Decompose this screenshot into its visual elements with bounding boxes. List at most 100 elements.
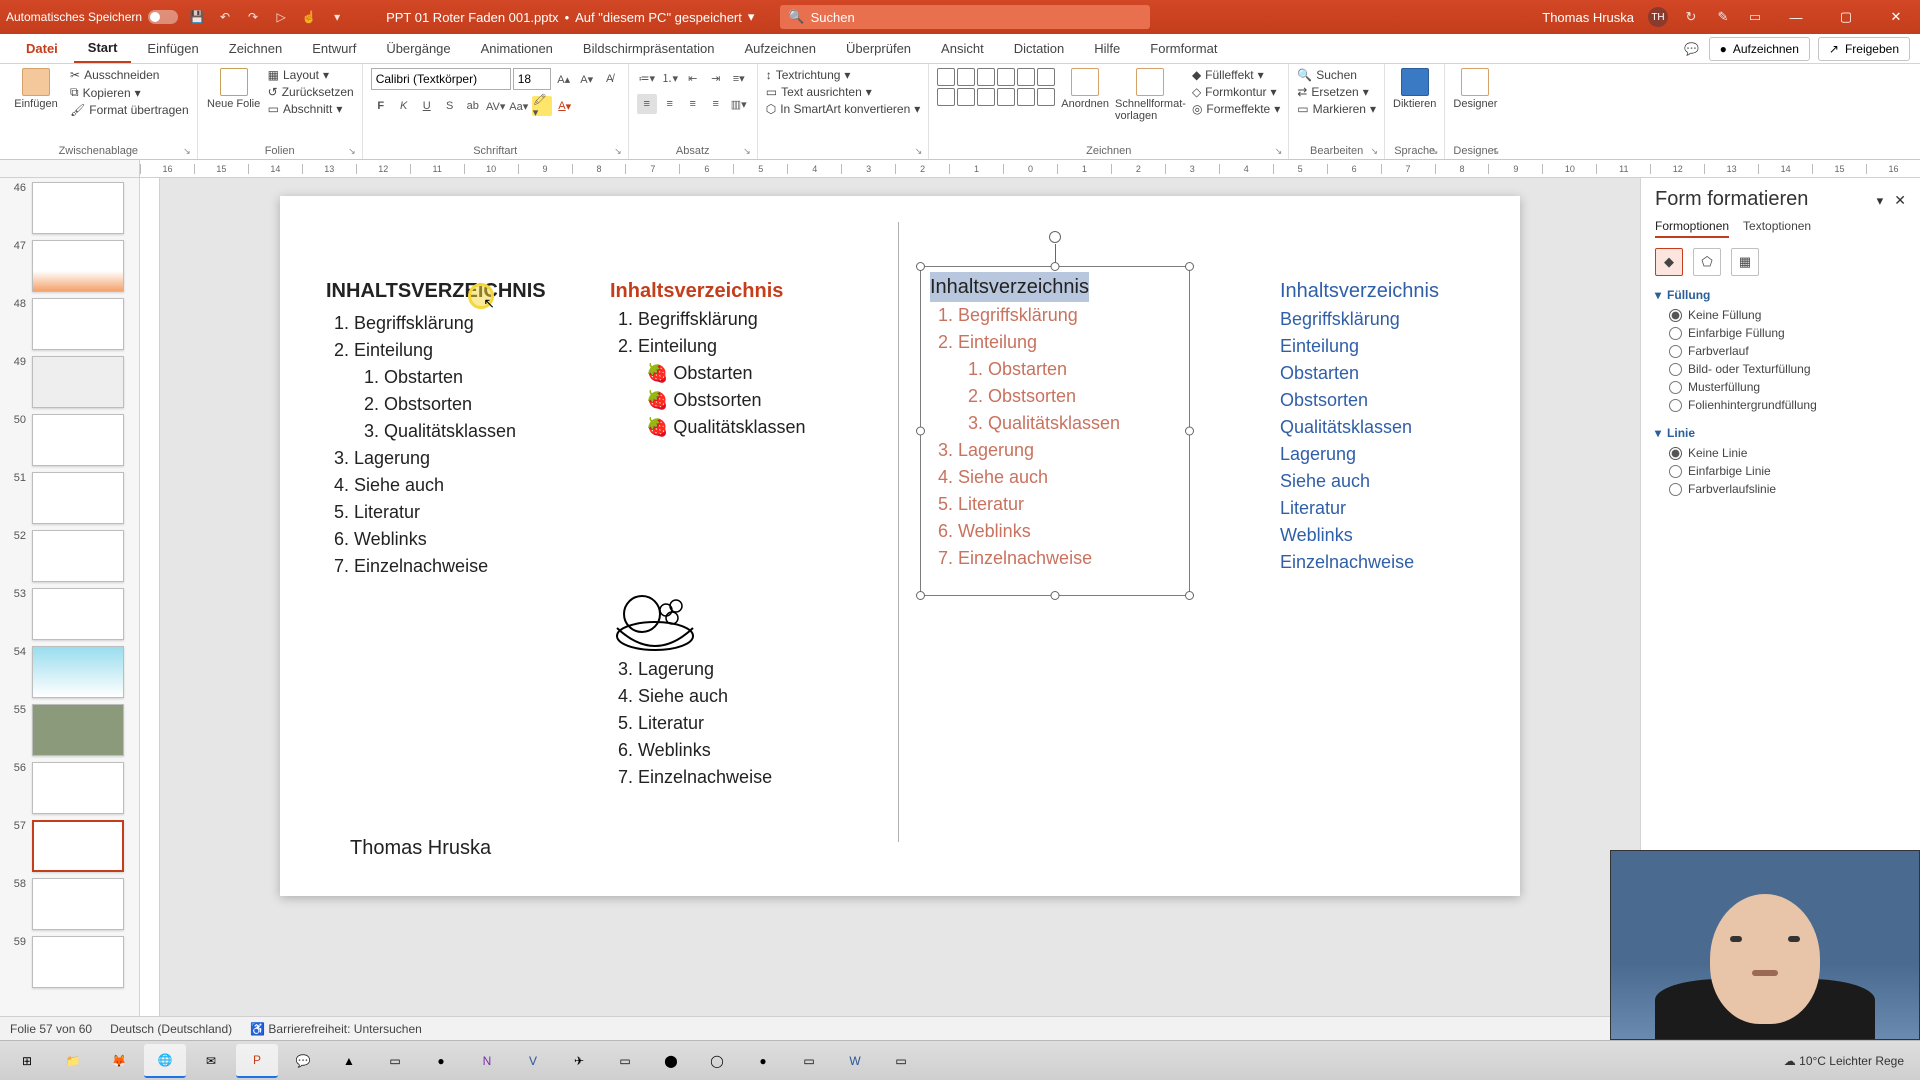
- spacing-icon[interactable]: AV▾: [486, 96, 506, 116]
- font-name-input[interactable]: [371, 68, 511, 90]
- tab-draw[interactable]: Zeichnen: [215, 35, 296, 62]
- indent-icon[interactable]: ⇥: [706, 68, 726, 88]
- tab-review[interactable]: Überprüfen: [832, 35, 925, 62]
- linespacing-icon[interactable]: ≡▾: [729, 68, 749, 88]
- user-avatar[interactable]: TH: [1648, 7, 1668, 27]
- fill-slidebg[interactable]: Folienhintergrundfüllung: [1655, 396, 1906, 414]
- line-none[interactable]: Keine Linie: [1655, 444, 1906, 462]
- underline-icon[interactable]: U: [417, 96, 437, 116]
- tab-start[interactable]: Start: [74, 34, 132, 63]
- select-button[interactable]: ▭ Markieren ▾: [1297, 102, 1376, 116]
- shapes-gallery[interactable]: [937, 68, 1055, 106]
- visio-icon[interactable]: V: [512, 1044, 554, 1078]
- thumb-51[interactable]: 51: [8, 472, 131, 524]
- powerpoint-icon[interactable]: P: [236, 1044, 278, 1078]
- tab-file[interactable]: Datei: [12, 35, 72, 62]
- slide-canvas[interactable]: INHALTSVERZEICHNIS Begriffsklärung Einte…: [160, 178, 1640, 1016]
- arrange-button[interactable]: Anordnen: [1061, 68, 1109, 110]
- line-solid[interactable]: Einfarbige Linie: [1655, 462, 1906, 480]
- textbox-3-selected[interactable]: Inhaltsverzeichnis Begriffsklärung Einte…: [930, 272, 1190, 572]
- highlight-icon[interactable]: 🖍▾: [532, 96, 552, 116]
- thumb-49[interactable]: 49: [8, 356, 131, 408]
- columns-icon[interactable]: ▥▾: [729, 94, 749, 114]
- tab-view[interactable]: Ansicht: [927, 35, 998, 62]
- share-button[interactable]: ↗ Freigeben: [1818, 37, 1910, 61]
- thumb-56[interactable]: 56: [8, 762, 131, 814]
- fill-picture[interactable]: Bild- oder Texturfüllung: [1655, 360, 1906, 378]
- fill-pattern[interactable]: Musterfüllung: [1655, 378, 1906, 396]
- tab-transitions[interactable]: Übergänge: [372, 35, 464, 62]
- tab-slideshow[interactable]: Bildschirmpräsentation: [569, 35, 729, 62]
- slide-count[interactable]: Folie 57 von 60: [10, 1022, 92, 1036]
- app-icon-4[interactable]: ▭: [604, 1044, 646, 1078]
- touch-icon[interactable]: ☝: [300, 8, 318, 26]
- app-icon-7[interactable]: ▭: [788, 1044, 830, 1078]
- smartart-button[interactable]: ⬡ In SmartArt konvertieren ▾: [766, 102, 921, 116]
- bold-icon[interactable]: F: [371, 96, 391, 116]
- fontcolor-icon[interactable]: A▾: [555, 96, 575, 116]
- app-icon-3[interactable]: ●: [420, 1044, 462, 1078]
- paste-button[interactable]: Einfügen: [8, 68, 64, 110]
- shrink-font-icon[interactable]: A▾: [577, 69, 597, 89]
- section-line[interactable]: ▾ Linie: [1655, 426, 1906, 440]
- effects-icon[interactable]: ⬠: [1693, 248, 1721, 276]
- bullets-icon[interactable]: ≔▾: [637, 68, 657, 88]
- thumb-48[interactable]: 48: [8, 298, 131, 350]
- weather-widget[interactable]: ☁ 10°C Leichter Rege: [1784, 1054, 1904, 1068]
- slide-thumbnails[interactable]: 46 47 48 49 50 51 52 53 54 55 56 57 58 5…: [0, 178, 140, 1016]
- outdent-icon[interactable]: ⇤: [683, 68, 703, 88]
- tab-animations[interactable]: Animationen: [467, 35, 567, 62]
- autosave-toggle-group[interactable]: Automatisches Speichern: [6, 10, 178, 24]
- thumb-52[interactable]: 52: [8, 530, 131, 582]
- start-icon[interactable]: ⊞: [6, 1044, 48, 1078]
- shadow-icon[interactable]: S: [440, 96, 460, 116]
- redo-icon[interactable]: ↷: [244, 8, 262, 26]
- maximize-icon[interactable]: ▢: [1828, 3, 1864, 31]
- save-location[interactable]: Auf "diesem PC" gespeichert: [575, 10, 742, 25]
- shapeeffects-button[interactable]: ◎ Formeffekte ▾: [1192, 102, 1280, 116]
- record-button[interactable]: ● Aufzeichnen: [1709, 37, 1810, 61]
- sync-icon[interactable]: ↻: [1682, 8, 1700, 26]
- pane-options-icon[interactable]: ▾: [1877, 193, 1884, 208]
- section-button[interactable]: ▭ Abschnitt ▾: [268, 102, 354, 116]
- format-painter-button[interactable]: 🖌 Format übertragen: [70, 103, 189, 117]
- fill-solid[interactable]: Einfarbige Füllung: [1655, 324, 1906, 342]
- textbox-2[interactable]: Inhaltsverzeichnis Begriffsklärung Einte…: [610, 276, 890, 441]
- app-icon-1[interactable]: 💬: [282, 1044, 324, 1078]
- close-icon[interactable]: ✕: [1878, 3, 1914, 31]
- comments-icon[interactable]: 💬: [1683, 40, 1701, 58]
- aligntext-button[interactable]: ▭ Text ausrichten ▾: [766, 85, 921, 99]
- textbox-2b[interactable]: Lagerung Siehe auch Literatur Weblinks E…: [610, 656, 890, 791]
- thumb-47[interactable]: 47: [8, 240, 131, 292]
- fill-none[interactable]: Keine Füllung: [1655, 306, 1906, 324]
- font-size-input[interactable]: [513, 68, 551, 90]
- thumb-58[interactable]: 58: [8, 878, 131, 930]
- textbox-4[interactable]: Inhaltsverzeichnis Begriffsklärung Einte…: [1280, 276, 1500, 576]
- save-icon[interactable]: 💾: [188, 8, 206, 26]
- numbering-icon[interactable]: ⒈▾: [660, 68, 680, 88]
- thumb-59[interactable]: 59: [8, 936, 131, 988]
- section-fill[interactable]: ▾ Füllung: [1655, 288, 1906, 302]
- size-props-icon[interactable]: ▦: [1731, 248, 1759, 276]
- thumb-53[interactable]: 53: [8, 588, 131, 640]
- layout-button[interactable]: ▦ Layout ▾: [268, 68, 354, 82]
- reset-button[interactable]: ↺ Zurücksetzen: [268, 85, 354, 99]
- fill-gradient[interactable]: Farbverlauf: [1655, 342, 1906, 360]
- textbox-1[interactable]: INHALTSVERZEICHNIS Begriffsklärung Einte…: [326, 276, 586, 580]
- find-button[interactable]: 🔍 Suchen: [1297, 68, 1376, 82]
- thumb-57[interactable]: 57: [8, 820, 131, 872]
- align-justify-icon[interactable]: ≡: [706, 94, 726, 114]
- outlook-icon[interactable]: ✉: [190, 1044, 232, 1078]
- thumb-50[interactable]: 50: [8, 414, 131, 466]
- firefox-icon[interactable]: 🦊: [98, 1044, 140, 1078]
- case-icon[interactable]: Aa▾: [509, 96, 529, 116]
- app-icon-5[interactable]: ◯: [696, 1044, 738, 1078]
- shapeoutline-button[interactable]: ◇ Formkontur ▾: [1192, 85, 1280, 99]
- italic-icon[interactable]: K: [394, 96, 414, 116]
- fill-line-icon[interactable]: ◆: [1655, 248, 1683, 276]
- pen-icon[interactable]: ✎: [1714, 8, 1732, 26]
- clear-format-icon[interactable]: A̸: [600, 69, 620, 89]
- app-icon-2[interactable]: ▭: [374, 1044, 416, 1078]
- tab-design[interactable]: Entwurf: [298, 35, 370, 62]
- align-right-icon[interactable]: ≡: [683, 94, 703, 114]
